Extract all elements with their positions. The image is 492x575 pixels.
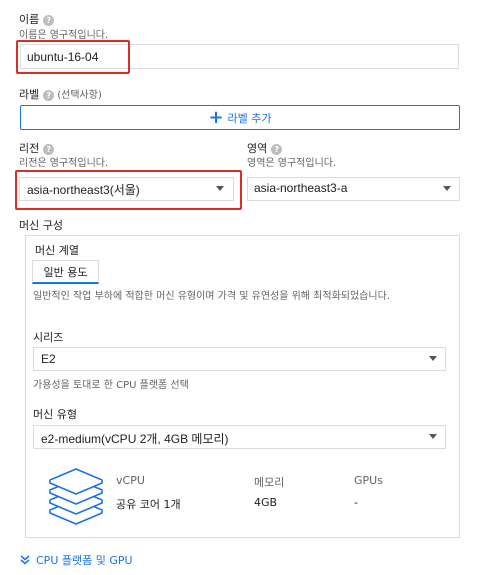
name-label: 이름? <box>19 11 55 27</box>
table-value-vcpu: 공유 코어 1개 <box>116 498 181 511</box>
table-header-vcpu: vCPU <box>116 474 145 487</box>
machine-type-value: e2-medium(vCPU 2개, 4GB 메모리) <box>41 432 229 446</box>
machine-stack-icon <box>49 468 103 525</box>
table-value-memory: 4GB <box>254 496 278 509</box>
cpu-platform-gpu-link-text: CPU 플랫폼 및 GPU <box>36 554 133 567</box>
region-sublabel: 리전은 영구적입니다. <box>19 158 109 169</box>
zone-help-icon[interactable]: ? <box>271 143 283 155</box>
machine-family-desc: 일반적인 작업 부하에 적합한 머신 유형이며 가격 및 유연성을 위해 최적화… <box>33 291 390 302</box>
series-select[interactable] <box>33 347 446 371</box>
machine-family-tab-general[interactable]: 일반 용도 <box>32 260 99 284</box>
name-input[interactable]: ubuntu-16-04 <box>27 50 98 64</box>
zone-value: asia-northeast3-a <box>254 181 348 195</box>
name-help-icon[interactable]: ? <box>43 14 55 26</box>
machine-family-tab-label: 일반 용도 <box>43 265 88 279</box>
add-label-text: 라벨 추가 <box>227 111 272 125</box>
table-header-memory: 메모리 <box>254 476 285 489</box>
series-value: E2 <box>41 352 56 366</box>
cpu-platform-gpu-link[interactable]: CPU 플랫폼 및 GPU <box>20 552 133 568</box>
region-value: asia-northeast3(서울) <box>27 183 140 197</box>
region-help-icon[interactable]: ? <box>43 143 55 155</box>
table-header-gpus: GPUs <box>354 474 383 487</box>
double-chevron-down-icon <box>20 555 30 565</box>
table-value-gpus: - <box>354 496 358 509</box>
machine-family-label: 머신 계열 <box>35 244 79 257</box>
machine-config-title: 머신 구성 <box>19 219 63 232</box>
machine-type-chevron-down-icon <box>429 434 437 439</box>
labels-optional: (선택사항) <box>57 90 102 101</box>
add-label-button[interactable]: + 라벨 추가 <box>20 105 460 130</box>
series-chevron-down-icon <box>429 356 437 361</box>
zone-chevron-down-icon <box>443 186 451 191</box>
zone-sublabel: 영역은 영구적입니다. <box>247 158 337 169</box>
series-desc: 가용성을 토대로 한 CPU 플랫폼 선택 <box>33 380 189 391</box>
machine-type-label: 머신 유형 <box>33 408 77 421</box>
name-sublabel: 이름은 영구적입니다. <box>19 30 109 41</box>
series-label: 시리즈 <box>33 331 64 344</box>
region-chevron-down-icon <box>216 186 224 191</box>
labels-help-icon[interactable]: ? <box>43 89 55 101</box>
labels-label: 라벨? (선택사항) <box>19 88 102 101</box>
plus-icon: + <box>208 106 224 128</box>
